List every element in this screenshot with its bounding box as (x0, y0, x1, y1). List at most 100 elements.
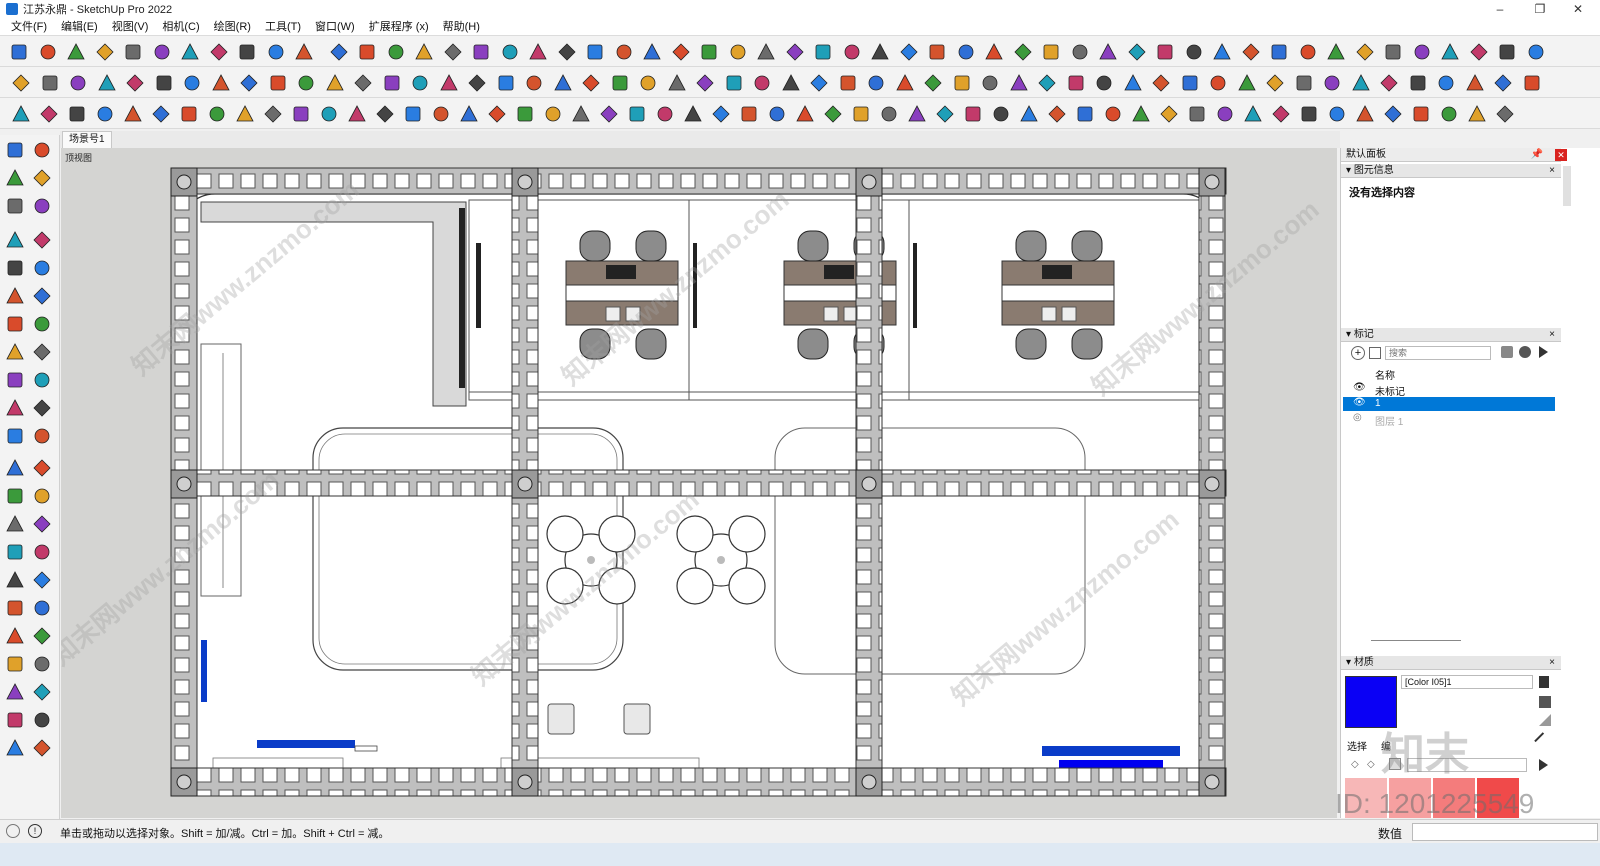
toolbar-tool-icon[interactable] (151, 41, 173, 63)
left-tool-icon[interactable] (31, 625, 53, 647)
materials-tab-select[interactable]: 选择 (1347, 738, 1367, 753)
toolbar-tool-icon[interactable] (841, 41, 863, 63)
toolbar-tool-icon[interactable] (894, 72, 916, 94)
toolbar-tool-icon[interactable] (66, 103, 88, 125)
toolbar-tool-icon[interactable] (1410, 103, 1432, 125)
back-arrow-icon[interactable]: ◇ (1351, 759, 1359, 770)
left-tool-icon[interactable] (4, 513, 26, 535)
toolbar-tool-icon[interactable] (352, 72, 374, 94)
menu-draw[interactable]: 绘图(R) (207, 18, 258, 36)
toolbar-tool-icon[interactable] (1207, 72, 1229, 94)
toolbar-tool-icon[interactable] (402, 103, 424, 125)
left-tool-icon[interactable] (4, 285, 26, 307)
toolbar-tool-icon[interactable] (1008, 72, 1030, 94)
left-tool-icon[interactable] (31, 167, 53, 189)
toolbar-tool-icon[interactable] (1154, 41, 1176, 63)
toolbar-tool-icon[interactable] (236, 41, 258, 63)
details-arrow-icon[interactable] (1539, 346, 1548, 358)
toolbar-tool-icon[interactable] (430, 103, 452, 125)
menu-edit[interactable]: 编辑(E) (54, 18, 105, 36)
toolbar-tool-icon[interactable] (293, 41, 315, 63)
toolbar-tool-icon[interactable] (1097, 41, 1119, 63)
toolbar-tool-icon[interactable] (409, 72, 431, 94)
add-tag-icon[interactable]: + (1351, 346, 1365, 360)
toolbar-tool-icon[interactable] (1102, 103, 1124, 125)
toolbar-tool-icon[interactable] (356, 41, 378, 63)
toolbar-tool-icon[interactable] (780, 72, 802, 94)
toolbar-tool-icon[interactable] (442, 41, 464, 63)
scene-tab-1[interactable]: 场景号1 (62, 131, 112, 148)
toolbar-tool-icon[interactable] (346, 103, 368, 125)
tag-row-untagged[interactable]: 👁 未标记 (1343, 382, 1555, 398)
toolbar-tool-icon[interactable] (1439, 41, 1461, 63)
toolbar-tool-icon[interactable] (710, 103, 732, 125)
toolbar-tool-icon[interactable] (694, 72, 716, 94)
toolbar-tool-icon[interactable] (466, 72, 488, 94)
toolbar-tool-icon[interactable] (1069, 41, 1091, 63)
library-details-icon[interactable] (1539, 759, 1548, 771)
toolbar-tool-icon[interactable] (666, 72, 688, 94)
toolbar-tool-icon[interactable] (1378, 72, 1400, 94)
toolbar-tool-icon[interactable] (1468, 41, 1490, 63)
toolbar-tool-icon[interactable] (1183, 41, 1205, 63)
toolbar-tool-icon[interactable] (38, 103, 60, 125)
toolbar-tool-icon[interactable] (727, 41, 749, 63)
toolbar-tool-icon[interactable] (1158, 103, 1180, 125)
toolbar-tool-icon[interactable] (1350, 72, 1372, 94)
left-tool-icon[interactable] (4, 737, 26, 759)
left-tool-icon[interactable] (4, 597, 26, 619)
toolbar-tool-icon[interactable] (1074, 103, 1096, 125)
left-tool-icon[interactable] (31, 139, 53, 161)
toolbar-tool-icon[interactable] (96, 72, 118, 94)
toolbar-tool-icon[interactable] (65, 41, 87, 63)
toolbar-tool-icon[interactable] (850, 103, 872, 125)
toolbar-tool-icon[interactable] (1325, 41, 1347, 63)
left-tool-icon[interactable] (31, 229, 53, 251)
toolbar-tool-icon[interactable] (67, 72, 89, 94)
toolbar-tool-icon[interactable] (898, 41, 920, 63)
toolbar-tool-icon[interactable] (1130, 103, 1152, 125)
toolbar-tool-icon[interactable] (837, 72, 859, 94)
toolbar-tool-icon[interactable] (1298, 103, 1320, 125)
toolbar-tool-icon[interactable] (1435, 72, 1457, 94)
toolbar-tool-icon[interactable] (295, 72, 317, 94)
toolbar-tool-icon[interactable] (234, 103, 256, 125)
materials-close-icon[interactable]: × (1549, 656, 1555, 670)
left-tool-icon[interactable] (31, 653, 53, 675)
toolbar-tool-icon[interactable] (794, 103, 816, 125)
close-button[interactable]: ✕ (1558, 0, 1598, 18)
display-secondary-icon[interactable] (1539, 676, 1549, 688)
left-tool-icon[interactable] (31, 709, 53, 731)
menu-camera[interactable]: 相机(C) (155, 18, 206, 36)
left-tool-icon[interactable] (4, 341, 26, 363)
left-tool-icon[interactable] (4, 653, 26, 675)
left-tool-icon[interactable] (4, 709, 26, 731)
toolbar-tool-icon[interactable] (94, 41, 116, 63)
toolbar-tool-icon[interactable] (552, 72, 574, 94)
pin-icon[interactable]: 📌 (1531, 148, 1543, 162)
toolbar-tool-icon[interactable] (983, 41, 1005, 63)
toolbar-tool-icon[interactable] (1036, 72, 1058, 94)
left-tool-icon[interactable] (4, 485, 26, 507)
left-tool-icon[interactable] (31, 737, 53, 759)
left-tool-icon[interactable] (4, 625, 26, 647)
toolbar-tool-icon[interactable] (1046, 103, 1068, 125)
toolbar-tool-icon[interactable] (122, 41, 144, 63)
hidden-eye-icon[interactable]: ◎ (1353, 412, 1362, 423)
toolbar-tool-icon[interactable] (1126, 41, 1148, 63)
toolbar-tool-icon[interactable] (265, 41, 287, 63)
toolbar-tool-icon[interactable] (822, 103, 844, 125)
left-tool-icon[interactable] (31, 485, 53, 507)
left-tool-icon[interactable] (4, 369, 26, 391)
toolbar-tool-icon[interactable] (637, 72, 659, 94)
toolbar-tool-icon[interactable] (495, 72, 517, 94)
left-tool-icon[interactable] (31, 457, 53, 479)
toolbar-tool-icon[interactable] (626, 103, 648, 125)
toolbar-tool-icon[interactable] (486, 103, 508, 125)
toolbar-tool-icon[interactable] (570, 103, 592, 125)
create-material-icon[interactable] (1539, 696, 1551, 708)
toolbar-tool-icon[interactable] (1236, 72, 1258, 94)
toolbar-tool-icon[interactable] (962, 103, 984, 125)
toolbar-tool-icon[interactable] (381, 72, 403, 94)
toolbar-tool-icon[interactable] (413, 41, 435, 63)
